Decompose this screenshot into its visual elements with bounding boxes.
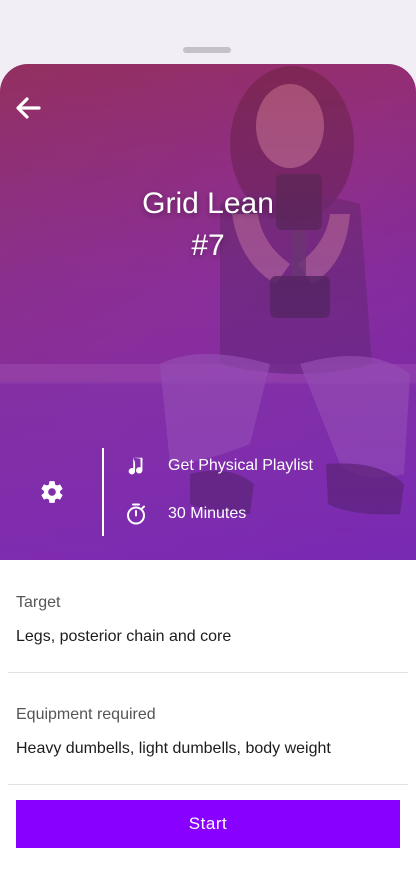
playlist-name: Get Physical Playlist xyxy=(168,457,313,474)
equipment-label: Equipment required xyxy=(16,706,156,723)
settings-button[interactable] xyxy=(36,476,68,508)
hero-banner: Grid Lean #7 Get Physical Playlist 30 Mi… xyxy=(0,64,416,560)
workout-sheet: Grid Lean #7 Get Physical Playlist 30 Mi… xyxy=(0,64,416,896)
section-divider xyxy=(8,672,408,673)
playlist-row[interactable]: Get Physical Playlist xyxy=(124,451,313,481)
duration-row: 30 Minutes xyxy=(124,499,246,529)
equipment-value: Heavy dumbells, light dumbells, body wei… xyxy=(16,740,331,757)
workout-number: #7 xyxy=(191,229,225,262)
target-section: Target Legs, posterior chain and core xyxy=(16,593,400,647)
target-label: Target xyxy=(16,594,61,611)
equipment-section: Equipment required Heavy dumbells, light… xyxy=(16,705,400,759)
duration-text: 30 Minutes xyxy=(168,505,247,522)
back-button[interactable] xyxy=(12,92,44,124)
section-divider xyxy=(8,784,408,785)
gear-icon xyxy=(41,481,63,503)
start-button[interactable]: Start xyxy=(16,800,400,848)
target-value: Legs, posterior chain and core xyxy=(16,628,232,645)
arrow-left-icon xyxy=(16,97,41,119)
music-note-icon xyxy=(124,454,148,478)
sheet-handle[interactable] xyxy=(183,47,231,53)
stopwatch-icon xyxy=(124,502,148,526)
workout-title: Grid Lean xyxy=(142,187,274,220)
info-divider xyxy=(102,448,104,536)
